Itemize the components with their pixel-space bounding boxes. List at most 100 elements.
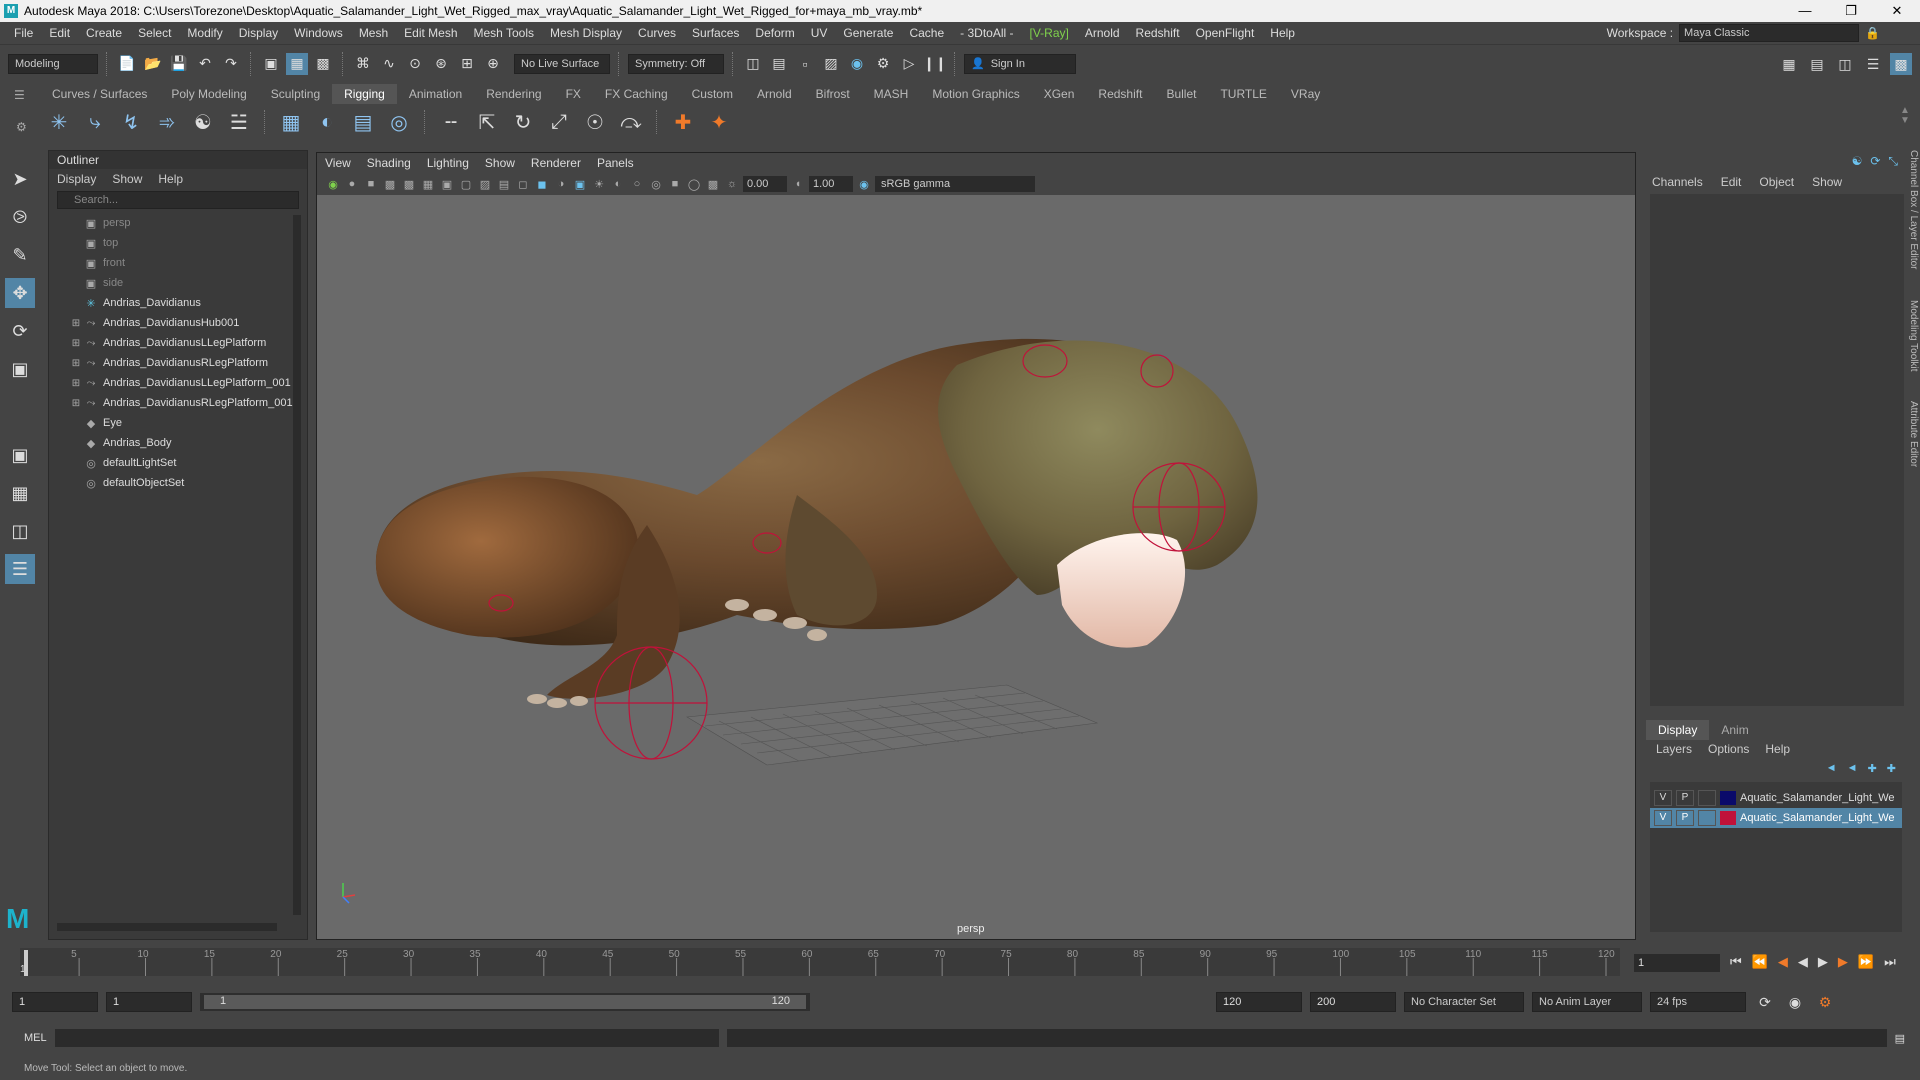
expand-icon[interactable]: ⊞: [69, 358, 83, 369]
outliner-menu-display[interactable]: Display: [57, 172, 96, 186]
textured-icon[interactable]: ▣: [572, 176, 588, 192]
shelf-tab-curves-surfaces[interactable]: Curves / Surfaces: [40, 84, 159, 104]
auto-key-icon[interactable]: ◉: [1784, 991, 1806, 1013]
play-backward-icon[interactable]: ◀: [1798, 954, 1808, 970]
snap-view-icon[interactable]: ⊛: [430, 53, 452, 75]
snap-curve-icon[interactable]: ∿: [378, 53, 400, 75]
go-to-end-icon[interactable]: ⏭: [1884, 954, 1896, 970]
exposure-icon[interactable]: ☼: [724, 176, 740, 192]
maya-home-icon[interactable]: M: [6, 904, 36, 934]
viewport-menu-show[interactable]: Show: [485, 156, 515, 170]
layer-playback-toggle[interactable]: P: [1676, 790, 1694, 806]
layer-playback-toggle[interactable]: P: [1676, 810, 1694, 826]
loop-icon[interactable]: ⟳: [1754, 991, 1776, 1013]
shelf-tab-redshift[interactable]: Redshift: [1086, 84, 1154, 104]
shelf-tab-sculpting[interactable]: Sculpting: [259, 84, 332, 104]
outliner-scrollbar[interactable]: [293, 215, 301, 915]
custom-tool-a-icon[interactable]: ✚: [668, 107, 698, 137]
viewport-scene[interactable]: [317, 195, 1635, 939]
move-tool-icon[interactable]: ✥: [5, 278, 35, 308]
isolate-icon[interactable]: ■: [667, 176, 683, 192]
viewport-panel[interactable]: View Shading Lighting Show Renderer Pane…: [316, 152, 1636, 940]
menu-help[interactable]: Help: [1262, 26, 1303, 40]
color-space-dropdown[interactable]: sRGB gamma: [875, 176, 1035, 192]
range-slider-fill[interactable]: [204, 995, 806, 1009]
ao-icon[interactable]: ○: [629, 176, 645, 192]
joint-tool-icon[interactable]: ✳: [44, 107, 74, 137]
custom-tool-b-icon[interactable]: ✦: [704, 107, 734, 137]
move-layer-up-icon[interactable]: ◄: [1826, 762, 1837, 775]
safe-action-icon[interactable]: ▤: [496, 176, 512, 192]
shelf-tab-rigging[interactable]: Rigging: [332, 84, 397, 104]
rotate-tool-icon[interactable]: ⟳: [5, 316, 35, 346]
lock-icon[interactable]: 🔒: [1865, 26, 1880, 40]
select-camera-icon[interactable]: ◉: [325, 176, 341, 192]
bookmark-icon[interactable]: ■: [363, 176, 379, 192]
close-icon[interactable]: ✕: [1874, 0, 1920, 22]
single-pane-icon[interactable]: ▣: [5, 440, 35, 470]
paint-select-icon[interactable]: ✎: [5, 240, 35, 270]
channel-box-sync-icon[interactable]: ⟳: [1870, 154, 1880, 169]
animation-start-field[interactable]: 1: [12, 992, 98, 1012]
outliner-item[interactable]: ⊞ ⤳ Andrias_DavidianusHub001: [49, 313, 307, 333]
animation-end-field[interactable]: 200: [1310, 992, 1396, 1012]
tool-settings-icon[interactable]: ◫: [1834, 53, 1856, 75]
outliner-item[interactable]: ▣ side: [49, 273, 307, 293]
render-settings-icon[interactable]: ◫: [742, 53, 764, 75]
menu-3dtoall[interactable]: - 3DtoAll -: [952, 26, 1021, 40]
outliner-item[interactable]: ◎ defaultLightSet: [49, 453, 307, 473]
save-scene-icon[interactable]: 💾: [168, 53, 190, 75]
menu-curves[interactable]: Curves: [630, 26, 684, 40]
lasso-tool-icon[interactable]: ⧁: [5, 202, 35, 232]
expand-icon[interactable]: ⊞: [69, 318, 83, 329]
gamma-icon[interactable]: ◖: [790, 176, 806, 192]
menu-create[interactable]: Create: [78, 26, 130, 40]
scale-constraint-icon[interactable]: ⤢: [544, 107, 574, 137]
minimize-icon[interactable]: —: [1782, 0, 1828, 22]
layer-type-toggle[interactable]: [1698, 790, 1716, 806]
render-frame-icon[interactable]: ▤: [768, 53, 790, 75]
shelf-tab-arnold[interactable]: Arnold: [745, 84, 804, 104]
xray-icon[interactable]: ◯: [686, 176, 702, 192]
anim-layer-dropdown[interactable]: No Anim Layer: [1532, 992, 1642, 1012]
outliner-layout-icon[interactable]: ☰: [5, 554, 35, 584]
ipr-render-icon[interactable]: ▫: [794, 53, 816, 75]
menu-windows[interactable]: Windows: [286, 26, 351, 40]
range-slider[interactable]: 1 120: [200, 993, 810, 1011]
playback-end-field[interactable]: 120: [1216, 992, 1302, 1012]
expand-icon[interactable]: ⊞: [69, 338, 83, 349]
step-back-frame-icon[interactable]: ◀: [1778, 954, 1788, 970]
layer-editor-icon[interactable]: ▩: [1890, 53, 1912, 75]
wireframe-icon[interactable]: ◻: [515, 176, 531, 192]
shelf-tab-mash[interactable]: MASH: [862, 84, 921, 104]
ik-handle-icon[interactable]: ⤷: [80, 107, 110, 137]
outliner-menu-help[interactable]: Help: [158, 172, 183, 186]
vray-ipr-icon[interactable]: ▷: [898, 53, 920, 75]
outliner-search-input[interactable]: Search...: [57, 191, 299, 209]
shelf-tab-motion-graphics[interactable]: Motion Graphics: [920, 84, 1031, 104]
attribute-editor-icon[interactable]: ▤: [1806, 53, 1828, 75]
insert-joint-icon[interactable]: ➾: [152, 107, 182, 137]
outliner-menu-show[interactable]: Show: [112, 172, 142, 186]
outliner-item[interactable]: ⊞ ⤳ Andrias_DavidianusRLegPlatform: [49, 353, 307, 373]
new-layer-selected-icon[interactable]: ✚: [1887, 762, 1896, 775]
wrap-icon[interactable]: ◎: [384, 107, 414, 137]
resolution-gate-icon[interactable]: ▢: [458, 176, 474, 192]
pause-icon[interactable]: ❙❙: [923, 53, 946, 75]
menu-set-dropdown[interactable]: Modeling: [8, 53, 98, 74]
shelf-tab-bifrost[interactable]: Bifrost: [804, 84, 862, 104]
layer-tab-display[interactable]: Display: [1646, 720, 1710, 740]
channel-box-menu-show[interactable]: Show: [1812, 175, 1842, 189]
workspace-dropdown[interactable]: Maya Classic: [1679, 24, 1860, 42]
image-plane-icon[interactable]: ▩: [382, 176, 398, 192]
outliner-item[interactable]: ⊞ ⤳ Andrias_DavidianusRLegPlatform_001: [49, 393, 307, 413]
time-ruler-playhead[interactable]: [24, 950, 28, 976]
viewport-menu-renderer[interactable]: Renderer: [531, 156, 581, 170]
gamma-field[interactable]: 1.00: [809, 176, 853, 192]
quick-rig-icon[interactable]: ☯: [188, 107, 218, 137]
four-pane-icon[interactable]: ▦: [5, 478, 35, 508]
hypershade-icon[interactable]: ◉: [846, 53, 868, 75]
restore-icon[interactable]: ❐: [1828, 0, 1874, 22]
smooth-bind-icon[interactable]: ◐: [312, 107, 342, 137]
menu-arnold[interactable]: Arnold: [1077, 26, 1128, 40]
